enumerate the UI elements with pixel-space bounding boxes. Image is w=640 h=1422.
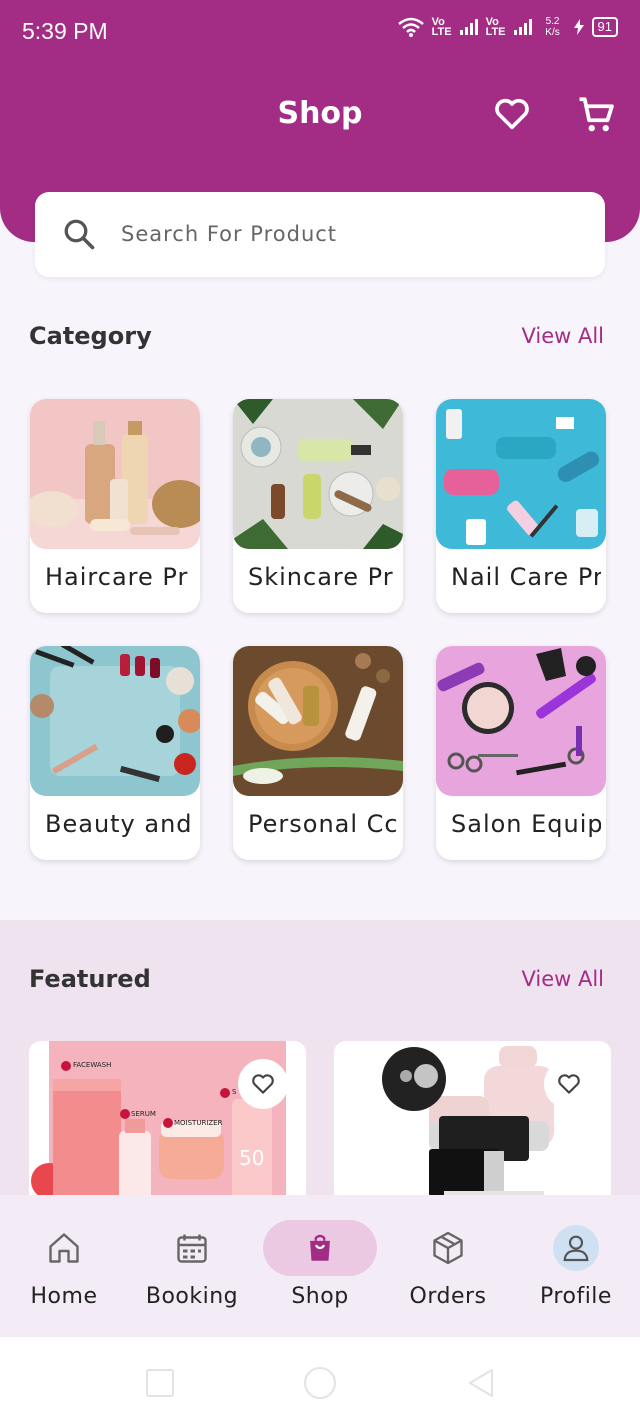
calendar-icon [128,1220,256,1276]
featured-header: Featured View All [29,965,604,993]
category-header: Category View All [29,322,604,350]
category-card-nailcare[interactable]: Nail Care Pr [436,399,606,613]
featured-product-card[interactable]: FACEWASH SERUM MOISTURIZER S 50 [29,1041,306,1206]
featured-view-all-link[interactable]: View All [521,967,604,991]
skincare-image [233,399,403,549]
search-input[interactable] [121,214,571,254]
search-icon [61,216,97,256]
nav-label: Shop [291,1284,349,1309]
category-card-haircare[interactable]: Haircare Pr [30,399,200,613]
box-icon [384,1220,512,1276]
status-icons: Vo LTE Vo LTE 5.2 K/s 91 [397,16,618,38]
cart-icon[interactable] [576,94,618,140]
category-label: Salon Equip [451,810,601,838]
profile-icon [512,1220,640,1276]
category-card-beauty[interactable]: Beauty and [30,646,200,860]
shopping-bag-icon [263,1220,377,1276]
recent-apps-icon[interactable] [146,1369,174,1397]
volte-icon: Vo LTE [485,16,506,38]
nav-item-booking[interactable]: Booking [128,1220,256,1309]
home-circle-icon[interactable] [304,1367,336,1399]
category-card-skincare[interactable]: Skincare Pr [233,399,403,613]
signal-icon [459,19,478,35]
category-label: Nail Care Pr [451,563,601,591]
system-navigation-bar [0,1337,640,1422]
nav-label: Booking [145,1284,239,1309]
back-icon[interactable] [466,1367,496,1399]
nav-item-profile[interactable]: Profile [512,1220,640,1309]
wishlist-heart-icon[interactable] [492,94,532,138]
nav-item-orders[interactable]: Orders [384,1220,512,1309]
page-title: Shop [277,96,363,131]
favorite-button[interactable] [238,1059,288,1109]
category-label: Skincare Pr [248,563,394,591]
nailcare-image [436,399,606,549]
nav-label: Profile [540,1284,612,1309]
product-tag: MOISTURIZER [174,1119,223,1127]
category-card-salon-equipment[interactable]: Salon Equip [436,646,606,860]
beauty-image [30,646,200,796]
category-card-personal-care[interactable]: Personal Cc [233,646,403,860]
featured-product-card[interactable] [334,1041,611,1206]
featured-heading: Featured [29,965,151,993]
haircare-image [30,399,200,549]
salon-equipment-image [436,646,606,796]
search-bar[interactable] [35,192,605,277]
category-view-all-link[interactable]: View All [521,324,604,348]
personal-care-image [233,646,403,796]
nav-item-shop[interactable]: Shop [256,1220,384,1309]
volte-icon: Vo LTE [431,16,452,38]
favorite-button[interactable] [544,1059,594,1109]
heart-icon [558,1074,580,1094]
product-tag: FACEWASH [73,1061,112,1069]
home-icon [0,1220,128,1276]
product-tag: S [232,1088,237,1096]
status-bar: 5:39 PM Vo LTE Vo LTE 5.2 K/s 91 [0,0,640,66]
wifi-icon [397,17,424,37]
product-tag: SERUM [131,1110,156,1118]
category-label: Beauty and [45,810,193,838]
battery-icon: 91 [591,17,618,37]
category-label: Haircare Pr [45,563,189,591]
charging-icon [573,19,584,35]
heart-icon [252,1074,274,1094]
status-time: 5:39 PM [22,18,108,44]
nav-item-home[interactable]: Home [0,1220,128,1309]
net-speed: 5.2 K/s [545,16,560,38]
nav-label: Home [30,1284,98,1309]
category-heading: Category [29,322,152,350]
category-label: Personal Cc [248,810,398,838]
signal-icon [513,19,532,35]
nav-label: Orders [409,1284,487,1309]
spf-label: 50 [239,1146,265,1170]
